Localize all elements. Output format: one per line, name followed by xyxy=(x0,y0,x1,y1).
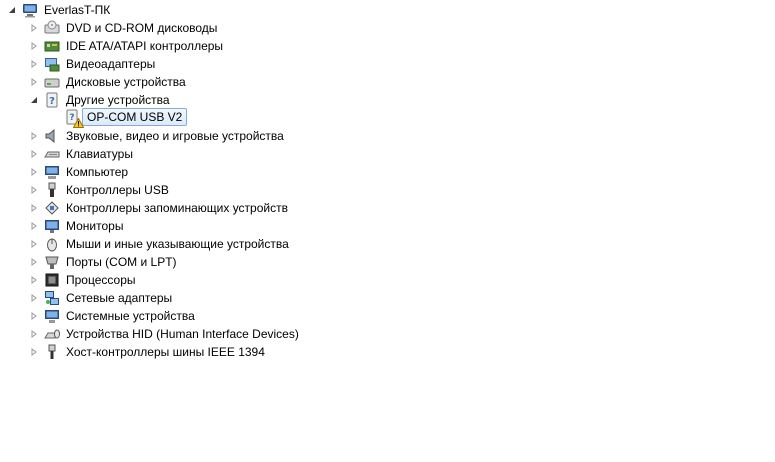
expand-arrow-icon[interactable] xyxy=(30,330,38,338)
tree-item-other[interactable]: ? Другие устройства xyxy=(30,91,170,109)
warning-device-icon: ? xyxy=(64,109,84,128)
computer-root-icon xyxy=(22,2,38,18)
device-tree: EverlasT-ПК DVD и CD-ROM дисководы IDE A… xyxy=(0,0,775,462)
processor-icon xyxy=(44,272,60,288)
system-device-icon xyxy=(44,308,60,324)
category-label: Сетевые адаптеры xyxy=(66,291,173,305)
category-label: Дисковые устройства xyxy=(66,75,186,89)
category-label: Звуковые, видео и игровые устройства xyxy=(66,129,284,143)
tree-item-network[interactable]: Сетевые адаптеры xyxy=(30,289,172,307)
tree-item-opcom[interactable]: ? OP-COM USB V2 xyxy=(64,108,188,128)
category-label: Мониторы xyxy=(66,219,124,233)
category-label: DVD и CD-ROM дисководы xyxy=(66,21,218,35)
tree-item-sound[interactable]: Звуковые, видео и игровые устройства xyxy=(30,127,284,145)
expand-arrow-icon[interactable] xyxy=(30,222,38,230)
dvd-drive-icon xyxy=(44,20,60,36)
unknown-device-icon: ? xyxy=(44,92,60,108)
speaker-icon xyxy=(44,128,60,144)
expand-arrow-icon[interactable] xyxy=(30,24,38,32)
category-label: Контроллеры USB xyxy=(66,183,169,197)
tree-item-disk[interactable]: Дисковые устройства xyxy=(30,73,186,91)
expand-arrow-icon[interactable] xyxy=(30,258,38,266)
category-label: Клавиатуры xyxy=(66,147,133,161)
tree-item-storage[interactable]: Контроллеры запоминающих устройств xyxy=(30,199,288,217)
tree-root[interactable]: EverlasT-ПК xyxy=(8,1,110,19)
tree-item-computer[interactable]: Компьютер xyxy=(30,163,128,181)
keyboard-icon xyxy=(44,146,60,162)
display-adapter-icon xyxy=(44,56,60,72)
monitor-icon xyxy=(44,218,60,234)
tree-item-usb[interactable]: Контроллеры USB xyxy=(30,181,169,199)
category-label: Процессоры xyxy=(66,273,136,287)
disk-drive-icon xyxy=(44,74,60,90)
collapse-arrow-icon[interactable] xyxy=(8,6,16,14)
tree-item-mice[interactable]: Мыши и иные указывающие устройства xyxy=(30,235,289,253)
expand-arrow-icon[interactable] xyxy=(30,150,38,158)
hid-device-icon xyxy=(44,326,60,342)
tree-item-hid[interactable]: Устройства HID (Human Interface Devices) xyxy=(30,325,299,343)
collapse-arrow-icon[interactable] xyxy=(30,96,38,104)
category-label: Видеоадаптеры xyxy=(66,57,156,71)
tree-item-cpu[interactable]: Процессоры xyxy=(30,271,136,289)
network-adapter-icon xyxy=(44,290,60,306)
category-label: Контроллеры запоминающих устройств xyxy=(66,201,288,215)
expand-arrow-icon[interactable] xyxy=(30,276,38,284)
tree-item-ieee1394[interactable]: Хост-контроллеры шины IEEE 1394 xyxy=(30,343,265,361)
expand-arrow-icon[interactable] xyxy=(30,312,38,320)
storage-controller-icon xyxy=(44,200,60,216)
port-icon xyxy=(44,254,60,270)
tree-item-ports[interactable]: Порты (COM и LPT) xyxy=(30,253,177,271)
category-label: Другие устройства xyxy=(66,93,170,107)
tree-item-system[interactable]: Системные устройства xyxy=(30,307,195,325)
category-label: Компьютер xyxy=(66,165,129,179)
tree-item-ide[interactable]: IDE ATA/ATAPI контроллеры xyxy=(30,37,223,55)
mouse-icon xyxy=(44,236,60,252)
tree-item-video[interactable]: Видеоадаптеры xyxy=(30,55,155,73)
category-label: Устройства HID (Human Interface Devices) xyxy=(66,327,299,341)
tree-item-keyboard[interactable]: Клавиатуры xyxy=(30,145,133,163)
selected-highlight[interactable]: OP-COM USB V2 xyxy=(82,108,188,126)
category-label: Системные устройства xyxy=(66,309,195,323)
expand-arrow-icon[interactable] xyxy=(30,294,38,302)
expand-arrow-icon[interactable] xyxy=(30,78,38,86)
expand-arrow-icon[interactable] xyxy=(30,204,38,212)
expand-arrow-icon[interactable] xyxy=(30,168,38,176)
ide-controller-icon xyxy=(44,38,60,54)
expand-arrow-icon[interactable] xyxy=(30,186,38,194)
ieee1394-icon xyxy=(44,344,60,360)
tree-item-monitors[interactable]: Мониторы xyxy=(30,217,123,235)
expand-arrow-icon[interactable] xyxy=(30,132,38,140)
category-label: Порты (COM и LPT) xyxy=(66,255,177,269)
expand-arrow-icon[interactable] xyxy=(30,240,38,248)
category-label: Хост-контроллеры шины IEEE 1394 xyxy=(66,345,265,359)
device-label: OP-COM USB V2 xyxy=(87,110,183,124)
tree-item-dvd[interactable]: DVD и CD-ROM дисководы xyxy=(30,19,217,37)
svg-text:?: ? xyxy=(49,96,55,107)
expand-arrow-icon[interactable] xyxy=(30,42,38,50)
category-label: Мыши и иные указывающие устройства xyxy=(66,237,289,251)
usb-icon xyxy=(44,182,60,198)
category-label: IDE ATA/ATAPI контроллеры xyxy=(66,39,224,53)
computer-icon xyxy=(44,164,60,180)
root-label: EverlasT-ПК xyxy=(44,3,111,17)
expand-arrow-icon[interactable] xyxy=(30,348,38,356)
expand-arrow-icon[interactable] xyxy=(30,60,38,68)
